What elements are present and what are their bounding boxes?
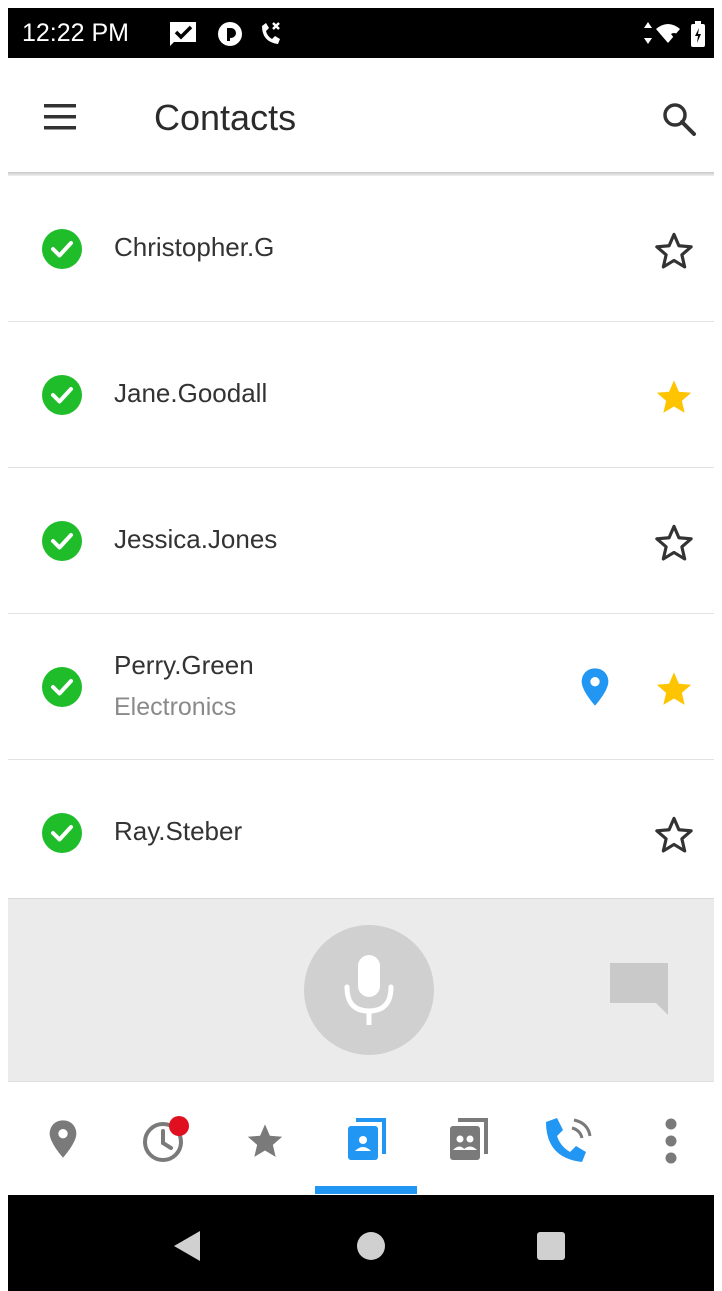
app-frame: 12:22 PM Contacts Christopher.G Jane.Goo… [8, 8, 714, 1291]
more-vert-icon [665, 1118, 677, 1164]
missed-call-icon [262, 22, 280, 44]
favorite-star-outline-icon[interactable] [653, 814, 695, 856]
ptt-call-icon [546, 1118, 592, 1162]
contacts-list: Christopher.G Jane.Goodall Jessica.Jones [8, 176, 714, 900]
presence-available-icon [42, 667, 82, 707]
presence-available-icon [42, 521, 82, 561]
contact-row[interactable]: Perry.Green Electronics [8, 614, 714, 760]
home-circle-icon[interactable] [354, 1229, 388, 1263]
contact-department: Electronics [114, 693, 237, 721]
contact-row[interactable]: Jane.Goodall [8, 322, 714, 468]
contacts-book-icon [348, 1118, 386, 1160]
presence-available-icon [42, 813, 82, 853]
tab-contacts[interactable] [316, 1082, 416, 1196]
notification-badge [169, 1116, 189, 1136]
system-nav-bar [8, 1195, 714, 1291]
groups-book-icon [450, 1118, 488, 1160]
favorite-star-filled-icon[interactable] [653, 668, 695, 710]
location-pin-icon [49, 1120, 77, 1158]
favorite-star-outline-icon[interactable] [653, 522, 695, 564]
bottom-tab-bar [8, 1081, 714, 1196]
favorites-star-icon [247, 1124, 283, 1157]
status-time: 12:22 PM [22, 19, 130, 47]
contact-row[interactable]: Ray.Steber [8, 760, 714, 900]
presence-available-icon [42, 229, 82, 269]
favorite-star-outline-icon[interactable] [653, 230, 695, 272]
recent-clock-icon [143, 1116, 189, 1162]
back-triangle-icon[interactable] [170, 1229, 204, 1263]
presence-available-icon [42, 375, 82, 415]
battery-icon [691, 21, 705, 47]
status-bar: 12:22 PM [8, 8, 714, 58]
message-check-icon [170, 22, 196, 46]
page-title: Contacts [154, 97, 297, 138]
tab-groups[interactable] [418, 1082, 518, 1196]
location-pin-icon[interactable] [578, 667, 612, 707]
microphone-icon [344, 955, 394, 1025]
contact-row[interactable]: Christopher.G [8, 176, 714, 322]
tab-recents[interactable] [113, 1082, 213, 1196]
search-icon[interactable] [658, 98, 702, 142]
contact-name: Christopher.G [114, 232, 275, 262]
recents-square-icon[interactable] [534, 1229, 568, 1263]
tab-map[interactable] [11, 1082, 111, 1196]
hamburger-menu-icon[interactable] [36, 102, 84, 134]
contact-name: Ray.Steber [114, 816, 243, 846]
contact-row[interactable]: Jessica.Jones [8, 468, 714, 614]
contact-name: Perry.Green [114, 650, 254, 680]
active-tab-indicator [315, 1186, 417, 1194]
tab-ptt-call[interactable] [520, 1082, 620, 1196]
data-arrows-icon [644, 22, 652, 44]
push-to-talk-button[interactable] [304, 925, 434, 1055]
favorite-star-filled-icon[interactable] [653, 376, 695, 418]
contact-name: Jessica.Jones [114, 524, 278, 554]
voice-bar [8, 898, 714, 1081]
tab-more[interactable] [621, 1082, 714, 1196]
tab-favorites[interactable] [214, 1082, 314, 1196]
app-bar: Contacts [8, 58, 714, 173]
chat-icon[interactable] [608, 961, 670, 1017]
contact-name: Jane.Goodall [114, 378, 268, 408]
wifi-icon [656, 24, 680, 43]
app-badge-icon [218, 22, 242, 46]
